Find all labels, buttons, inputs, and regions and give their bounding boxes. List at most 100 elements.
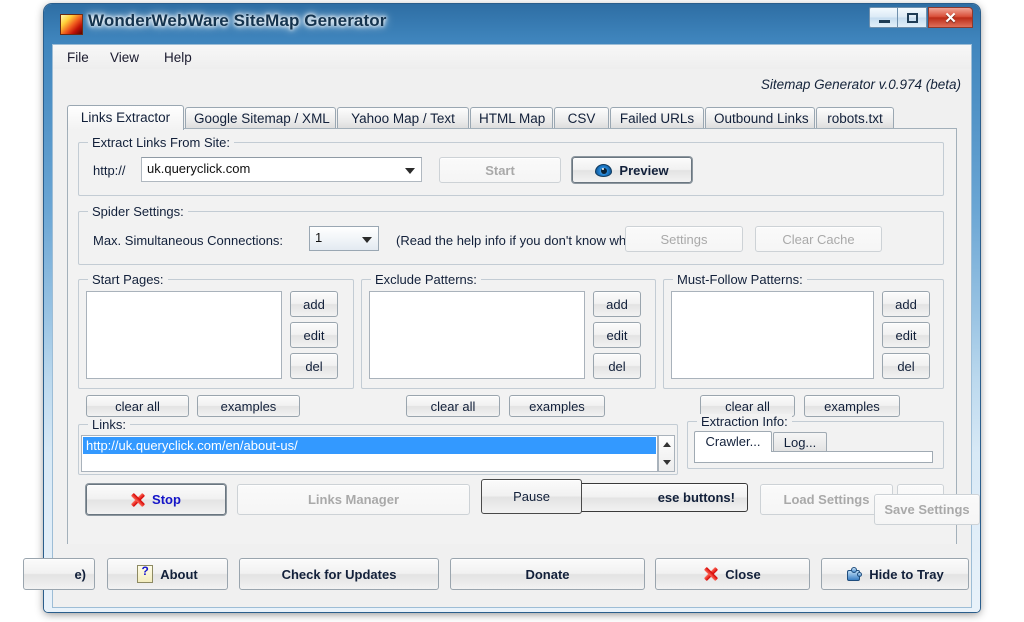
hide-to-tray-label: Hide to Tray	[869, 566, 944, 582]
app-logo-icon	[60, 14, 83, 35]
start-pages-clear-all-button[interactable]: clear all	[86, 395, 189, 417]
link-list-item[interactable]: http://uk.queryclick.com/en/about-us/	[83, 437, 656, 454]
help-question-icon	[137, 564, 154, 583]
links-manager-button[interactable]: Links Manager	[237, 484, 470, 515]
hide-to-tray-button[interactable]: Hide to Tray	[821, 558, 969, 590]
must-follow-del-button[interactable]: del	[882, 353, 930, 379]
close-button[interactable]: Close	[655, 558, 810, 590]
save-settings-button-visible[interactable]: Save Settings	[874, 494, 980, 525]
preview-button[interactable]: Preview	[572, 157, 692, 183]
tab-html-map[interactable]: HTML Map	[470, 107, 553, 129]
must-follow-patterns-group: Must-Follow Patterns: add edit del	[663, 272, 944, 389]
protocol-label: http://	[93, 163, 126, 178]
window-title: WonderWebWare SiteMap Generator	[88, 11, 386, 31]
close-icon: ✕	[944, 10, 957, 27]
site-url-combo[interactable]: uk.queryclick.com	[141, 157, 422, 182]
exclude-patterns-examples-button[interactable]: examples	[509, 395, 605, 417]
must-follow-examples-button[interactable]: examples	[804, 395, 900, 417]
exclude-patterns-clear-all-button[interactable]: clear all	[406, 395, 500, 417]
max-connections-combo[interactable]: 1	[309, 226, 379, 251]
check-updates-button[interactable]: Check for Updates	[239, 558, 439, 590]
menu-item-file[interactable]: File	[61, 48, 95, 67]
tab-yahoo-map-text[interactable]: Yahoo Map / Text	[337, 107, 469, 129]
maximize-button[interactable]	[898, 7, 927, 28]
client-area: File View Help Sitemap Generator v.0.974…	[52, 44, 980, 604]
clear-cache-button[interactable]: Clear Cache	[755, 226, 882, 252]
tab-google-sitemap-xml[interactable]: Google Sitemap / XML	[185, 107, 336, 129]
start-pages-legend: Start Pages:	[88, 272, 168, 287]
links-scrollbar[interactable]	[658, 435, 675, 472]
start-pages-examples-button[interactable]: examples	[197, 395, 300, 417]
bottom-button-bar: e) About Check for Updates Donate Close …	[23, 544, 972, 608]
donate-button[interactable]: Donate	[450, 558, 645, 590]
screenshot-root: WonderWebWare SiteMap Generator ✕ File V…	[0, 0, 1024, 622]
start-pages-del-button[interactable]: del	[290, 353, 338, 379]
red-x-icon	[704, 567, 718, 581]
tab-strip: Links Extractor Google Sitemap / XML Yah…	[67, 105, 957, 130]
menu-bar: File View Help	[53, 45, 971, 69]
must-follow-edit-button[interactable]: edit	[882, 322, 930, 348]
start-pages-add-button[interactable]: add	[290, 291, 338, 317]
chevron-down-icon	[362, 236, 372, 243]
menu-item-view[interactable]: View	[104, 48, 145, 67]
exclude-patterns-listbox[interactable]	[369, 291, 585, 379]
window-title-text: WonderWebWare SiteMap Generator	[88, 11, 387, 30]
links-legend: Links:	[88, 417, 130, 432]
extract-links-group: Extract Links From Site: http:// uk.quer…	[78, 135, 944, 196]
menu-item-help[interactable]: Help	[158, 48, 198, 67]
must-follow-add-button[interactable]: add	[882, 291, 930, 317]
tab-crawler[interactable]: Crawler...	[694, 431, 772, 452]
exclude-patterns-edit-button[interactable]: edit	[593, 322, 641, 348]
puzzle-piece-icon	[846, 566, 863, 582]
spider-settings-legend: Spider Settings:	[88, 204, 188, 219]
close-button-label: Close	[725, 566, 761, 582]
must-follow-patterns-legend: Must-Follow Patterns:	[673, 272, 807, 287]
links-listbox[interactable]: http://uk.queryclick.com/en/about-us/	[81, 435, 658, 472]
tab-outbound-links[interactable]: Outbound Links	[705, 107, 815, 129]
preview-button-label: Preview	[619, 162, 669, 178]
scroll-up-icon[interactable]	[663, 442, 671, 447]
tab-failed-urls[interactable]: Failed URLs	[610, 107, 704, 129]
version-label: Sitemap Generator v.0.974 (beta)	[760, 77, 961, 92]
stop-button[interactable]: Stop	[86, 484, 226, 515]
start-button[interactable]: Start	[439, 157, 561, 183]
about-button-label: About	[160, 566, 198, 582]
exclude-patterns-group: Exclude Patterns: add edit del	[361, 272, 656, 389]
max-connections-label: Max. Simultaneous Connections:	[93, 233, 284, 248]
site-url-value: uk.queryclick.com	[147, 161, 251, 176]
pause-button[interactable]: Pause	[481, 479, 582, 514]
application-window: WonderWebWare SiteMap Generator ✕ File V…	[23, 4, 980, 612]
tab-robots-txt[interactable]: robots.txt	[816, 107, 894, 129]
start-pages-edit-button[interactable]: edit	[290, 322, 338, 348]
extraction-info-body	[694, 451, 933, 463]
stop-button-label: Stop	[152, 492, 181, 507]
scroll-down-icon[interactable]	[663, 460, 671, 465]
exclude-patterns-legend: Exclude Patterns:	[371, 272, 481, 287]
free-version-button[interactable]: e)	[23, 558, 95, 590]
extraction-info-group: Extraction Info: Crawler... Log...	[687, 414, 944, 469]
tab-csv[interactable]: CSV	[554, 107, 609, 129]
spider-hint-text: (Read the help info if you don't know wh…	[396, 233, 632, 248]
start-pages-group: Start Pages: add edit del	[78, 272, 354, 389]
exclude-patterns-add-button[interactable]: add	[593, 291, 641, 317]
links-group: Links: http://uk.queryclick.com/en/about…	[78, 417, 678, 475]
minimize-icon	[879, 20, 890, 23]
minimize-button[interactable]	[869, 7, 898, 28]
exclude-patterns-del-button[interactable]: del	[593, 353, 641, 379]
start-pages-listbox[interactable]	[86, 291, 282, 379]
window-controls: ✕	[869, 7, 973, 30]
extract-links-legend: Extract Links From Site:	[88, 135, 234, 150]
about-button[interactable]: About	[107, 558, 228, 590]
max-connections-value: 1	[315, 230, 323, 245]
must-follow-patterns-listbox[interactable]	[671, 291, 874, 379]
eye-icon	[595, 163, 613, 177]
red-x-icon	[131, 493, 145, 507]
tab-log[interactable]: Log...	[773, 432, 827, 452]
close-window-button[interactable]: ✕	[928, 7, 973, 28]
spider-settings-button[interactable]: Settings	[625, 226, 743, 252]
title-bar[interactable]: WonderWebWare SiteMap Generator ✕	[44, 4, 980, 44]
tab-links-extractor[interactable]: Links Extractor	[67, 105, 184, 130]
maximize-icon	[907, 13, 918, 23]
chevron-down-icon	[405, 167, 415, 174]
links-extractor-panel: Extract Links From Site: http:// uk.quer…	[67, 128, 957, 568]
